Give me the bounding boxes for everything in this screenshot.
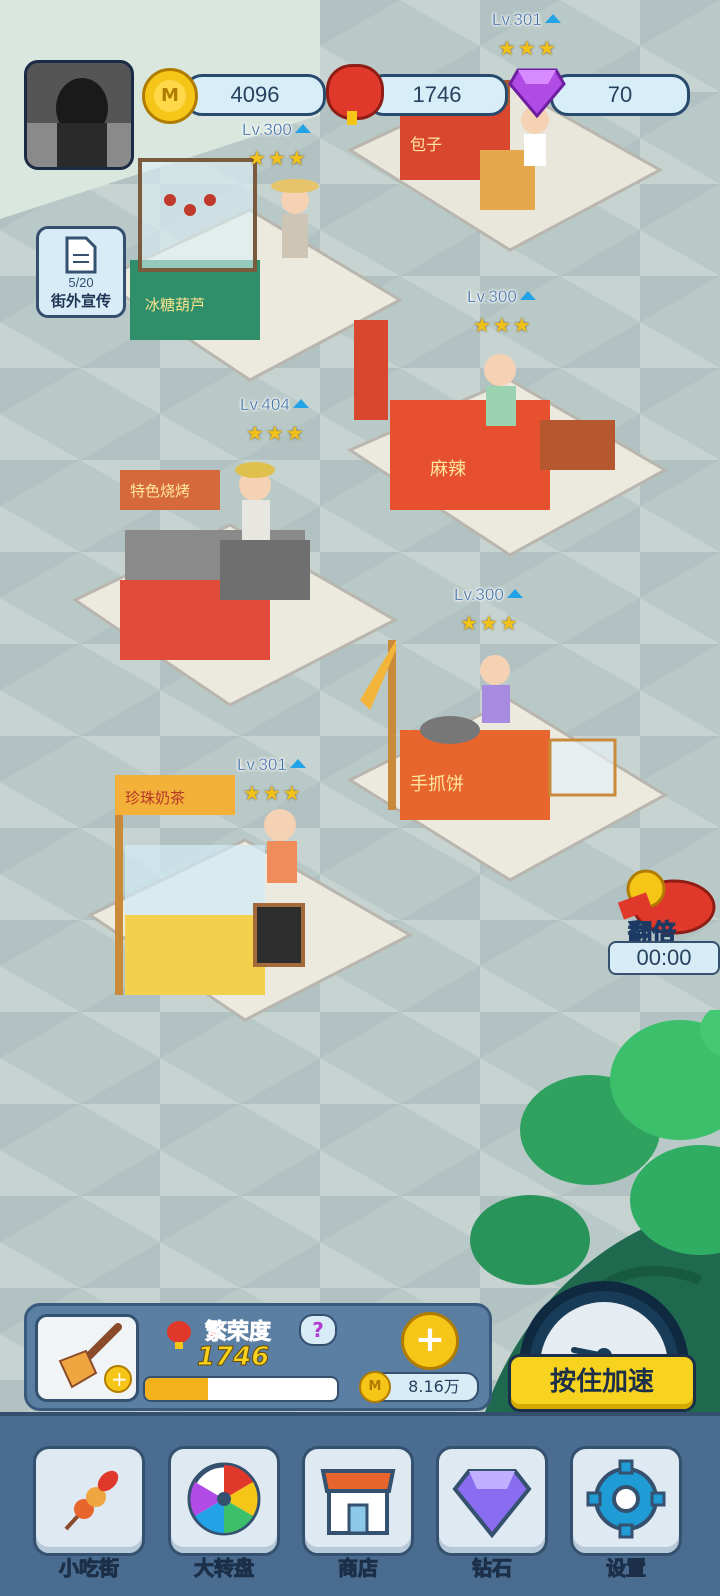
wheel-icon xyxy=(187,1462,261,1536)
income-value: 8.16万 xyxy=(408,1377,460,1396)
nav-shop[interactable]: 商店 xyxy=(302,1446,414,1581)
lantern-value: 1746 xyxy=(412,82,462,107)
nav-label: 大转盘 xyxy=(194,1556,255,1581)
clean-button[interactable]: + xyxy=(35,1314,139,1402)
double-timer: 00:00 xyxy=(608,941,720,975)
promo-button[interactable]: 5/20 街外宣传 xyxy=(36,226,126,318)
add-coin-button[interactable]: + xyxy=(401,1312,459,1370)
prosperity-progress-fill xyxy=(145,1378,209,1400)
level-up-arrow-icon[interactable] xyxy=(292,399,309,408)
stall-sign: 珍珠奶茶 xyxy=(125,789,185,807)
stall-level: Lv.301 xyxy=(492,10,561,30)
promo-label: 街外宣传 xyxy=(50,292,111,310)
stall-stars: ★★★ xyxy=(460,611,520,635)
lantern-counter: 1746 xyxy=(366,74,508,116)
level-up-arrow-icon[interactable] xyxy=(519,291,536,300)
level-up-arrow-icon[interactable] xyxy=(289,759,306,768)
stall-stars: ★★★ xyxy=(473,313,533,337)
nav-snack-street[interactable]: 小吃街 xyxy=(33,1446,145,1581)
double-reward-button[interactable]: 翻倍 00:00 xyxy=(608,865,720,975)
gem-counter: 70 xyxy=(550,74,690,116)
coin-icon: M xyxy=(142,68,198,124)
prosperity-progress xyxy=(143,1376,339,1402)
stall-stars: ★★★ xyxy=(246,421,306,445)
svg-text:+: + xyxy=(111,1367,128,1391)
stall-stars: ★★★ xyxy=(248,146,308,170)
avatar-image xyxy=(27,63,131,167)
gem-value: 70 xyxy=(607,82,633,107)
shop-icon xyxy=(320,1469,396,1535)
bottom-nav: 小吃街 大转盘 商店 钻石 设置 xyxy=(0,1412,720,1596)
stall-stars: ★★★ xyxy=(498,36,558,60)
stall-level: Lv.404 xyxy=(240,395,309,415)
nav-label: 设置 xyxy=(606,1556,647,1581)
nav-wheel[interactable]: 大转盘 xyxy=(168,1446,280,1581)
stall-sign: 包子 xyxy=(410,135,442,154)
stall-sign: 冰糖葫芦 xyxy=(145,296,205,314)
speed-up-button[interactable]: 按住加速 xyxy=(508,1354,696,1412)
gem-icon xyxy=(508,68,566,118)
coin-value: 4096 xyxy=(230,82,280,107)
stall-sign: 手抓饼 xyxy=(410,774,464,795)
lantern-icon xyxy=(326,64,384,125)
coin-counter: 4096 xyxy=(184,74,326,116)
coin-small-icon: M xyxy=(359,1371,391,1403)
nav-label: 商店 xyxy=(338,1556,379,1581)
nav-label: 钻石 xyxy=(472,1556,513,1581)
diamond-icon xyxy=(452,1469,532,1539)
document-icon xyxy=(65,236,97,274)
stall-level: Lv.301 xyxy=(237,755,306,775)
prosperity-panel: + 繁荣度 ? 1746 + M 8.16万 xyxy=(24,1303,492,1411)
stall-sign: 特色烧烤 xyxy=(130,482,190,500)
level-up-arrow-icon[interactable] xyxy=(544,14,561,23)
nav-label: 小吃街 xyxy=(59,1556,120,1581)
level-up-arrow-icon[interactable] xyxy=(506,589,523,598)
stall-stars: ★★★ xyxy=(243,781,303,805)
stall-sign: 麻辣 xyxy=(430,459,466,480)
level-up-arrow-icon[interactable] xyxy=(294,124,311,133)
nav-diamond[interactable]: 钻石 xyxy=(436,1446,548,1581)
stall-level: Lv.300 xyxy=(454,585,523,605)
lantern-small-icon xyxy=(167,1321,191,1349)
gear-icon xyxy=(586,1459,666,1539)
help-button[interactable]: ? xyxy=(299,1314,337,1346)
prosperity-value: 1746 xyxy=(196,1342,270,1373)
income-display: M 8.16万 xyxy=(359,1371,479,1403)
skewer-icon xyxy=(64,1470,119,1531)
stall-level: Lv.300 xyxy=(242,120,311,140)
nav-settings[interactable]: 设置 xyxy=(570,1446,682,1581)
promo-count: 5/20 xyxy=(68,275,94,290)
player-avatar[interactable] xyxy=(24,60,134,170)
broom-icon: + xyxy=(58,1323,132,1393)
stall-level: Lv.300 xyxy=(467,287,536,307)
